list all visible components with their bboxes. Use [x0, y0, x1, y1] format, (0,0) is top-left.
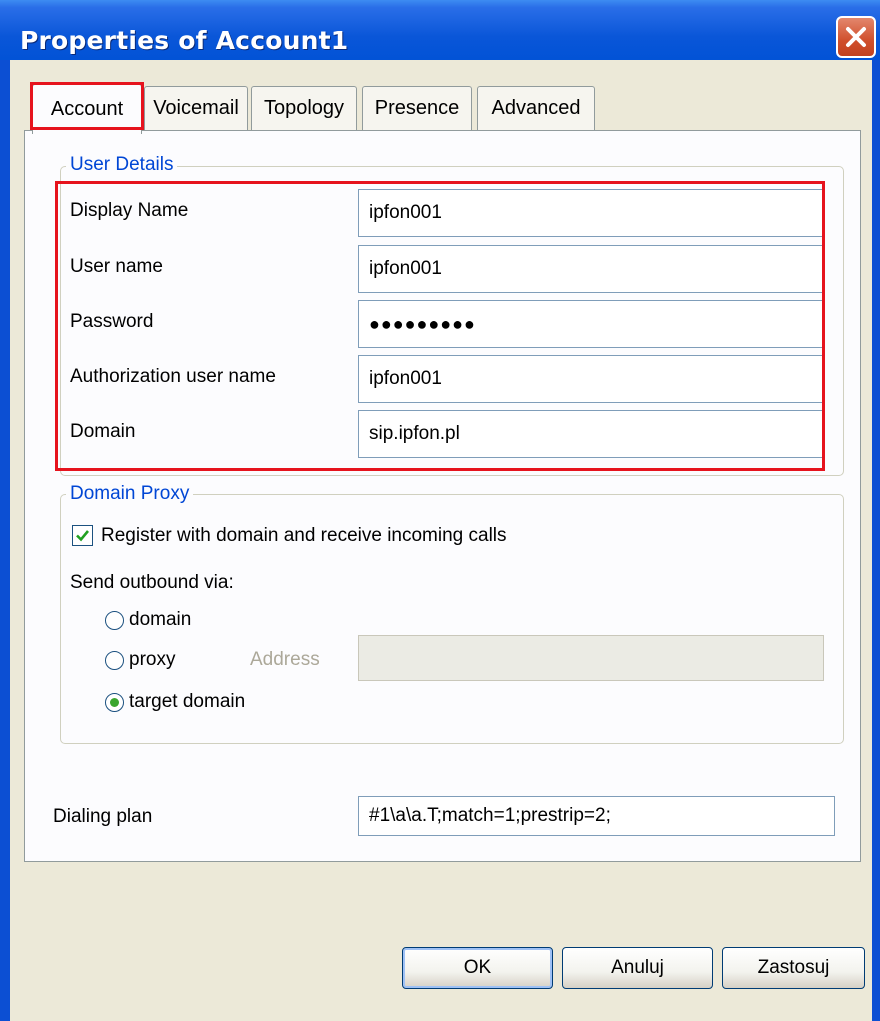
ok-button[interactable]: OK	[402, 947, 553, 989]
register-checkbox[interactable]	[72, 525, 93, 546]
tab-advanced[interactable]: Advanced	[477, 86, 595, 130]
properties-dialog: Properties of Account1 Account Voicemail…	[0, 0, 880, 1021]
tab-highlight-box	[30, 82, 144, 130]
address-field[interactable]	[358, 635, 824, 681]
tab-presence[interactable]: Presence	[362, 86, 472, 130]
send-outbound-label: Send outbound via:	[70, 572, 234, 593]
user-name-label: User name	[70, 256, 163, 277]
user-details-legend: User Details	[66, 154, 178, 176]
window-title: Properties of Account1	[20, 26, 349, 55]
radio-target-domain-label[interactable]: target domain	[129, 691, 245, 713]
auth-user-name-label: Authorization user name	[70, 366, 276, 387]
address-label: Address	[250, 649, 320, 670]
tab-topology[interactable]: Topology	[251, 86, 357, 130]
radio-proxy-label[interactable]: proxy	[129, 649, 175, 671]
radio-proxy[interactable]	[105, 651, 124, 670]
auth-user-name-field[interactable]: ipfon001	[358, 355, 824, 403]
radio-selected-dot	[110, 698, 119, 707]
radio-domain-label[interactable]: domain	[129, 609, 191, 631]
domain-proxy-legend: Domain Proxy	[66, 483, 194, 505]
dialing-plan-field[interactable]: #1\a\a.T;match=1;prestrip=2;	[358, 796, 835, 836]
radio-domain[interactable]	[105, 611, 124, 630]
register-checkbox-label[interactable]: Register with domain and receive incomin…	[101, 525, 507, 547]
tab-voicemail[interactable]: Voicemail	[144, 86, 248, 130]
window-frame-right	[872, 60, 880, 1021]
dialing-plan-label: Dialing plan	[53, 806, 153, 827]
display-name-label: Display Name	[70, 200, 189, 221]
password-field[interactable]: ●●●●●●●●●	[358, 300, 824, 348]
user-name-field[interactable]: ipfon001	[358, 245, 824, 293]
domain-field[interactable]: sip.ipfon.pl	[358, 410, 824, 458]
radio-target-domain[interactable]	[105, 693, 124, 712]
display-name-field[interactable]: ipfon001	[358, 189, 824, 237]
close-button[interactable]	[836, 16, 876, 58]
window-frame-left	[0, 60, 10, 1021]
cancel-button[interactable]: Anuluj	[562, 947, 713, 989]
apply-button[interactable]: Zastosuj	[722, 947, 865, 989]
domain-label: Domain	[70, 421, 136, 442]
password-label: Password	[70, 311, 154, 332]
